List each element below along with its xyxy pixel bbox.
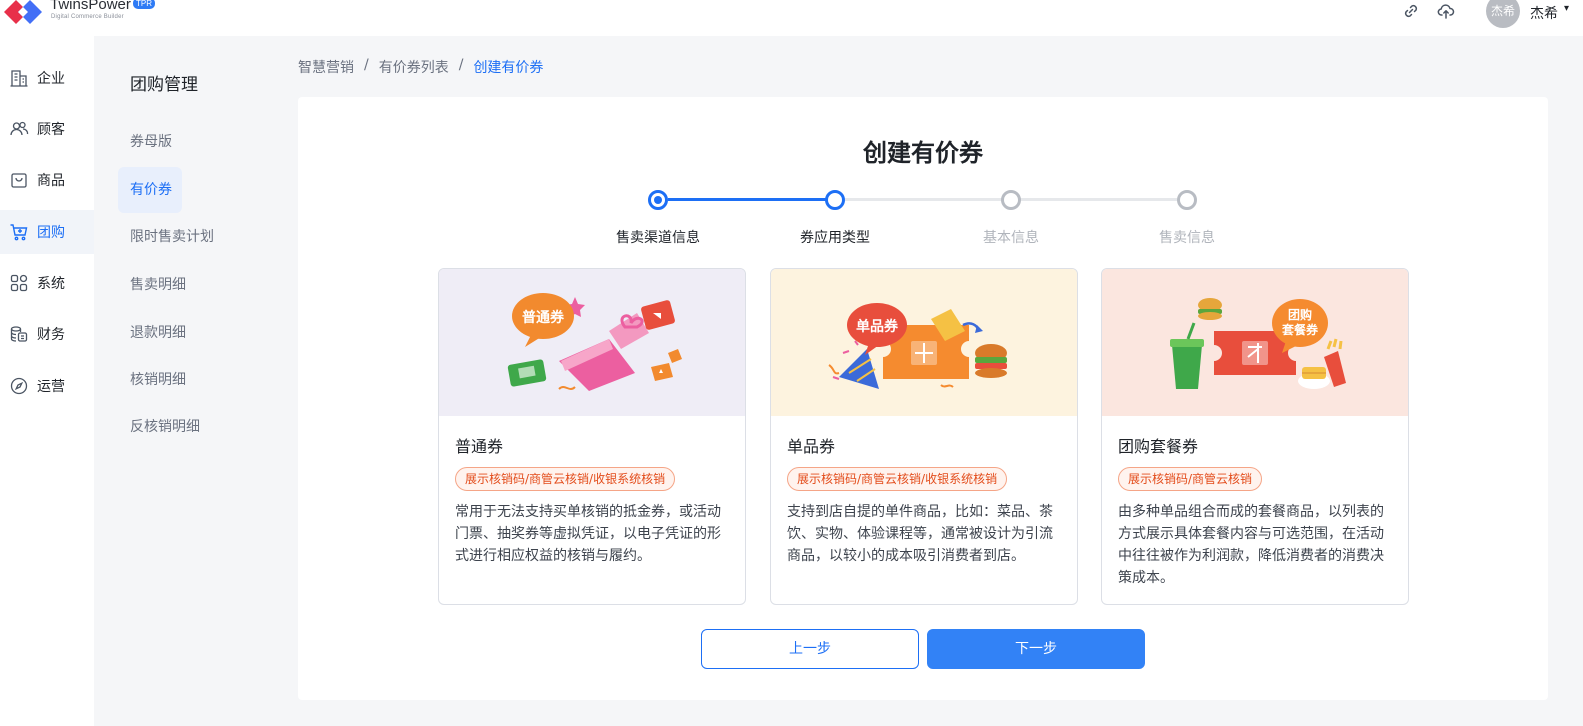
breadcrumb-separator: / <box>364 57 369 73</box>
shopping-bag-icon <box>11 173 27 188</box>
single-item-coupon-illustration: 单品券 <box>771 269 1077 416</box>
subnav-item-valued-coupon[interactable]: 有价券 <box>118 167 182 213</box>
nav-item-finance[interactable]: 财务 <box>0 312 94 356</box>
coupon-type-card-combo[interactable]: 团购 套餐券 团购套餐券 展示核销码/商管云核销 由多种单品组合而成的套餐商品，… <box>1101 268 1409 605</box>
card-tag: 展示核销码/商管云核销/收银系统核销 <box>455 467 676 491</box>
breadcrumb-item-current: 创建有价券 <box>473 60 544 76</box>
step-2-dot <box>825 190 845 210</box>
step-1-dot <box>648 190 668 210</box>
nav-item-label: 系统 <box>37 276 65 292</box>
step-1-label: 售卖渠道信息 <box>616 230 700 246</box>
subnav-item-sales-detail[interactable]: 售卖明细 <box>118 262 186 308</box>
users-icon <box>10 121 29 136</box>
card-tag: 展示核销码/商管云核销 <box>1118 467 1263 491</box>
card-description: 由多种单品组合而成的套餐商品，以列表的方式展示具体套餐内容与可选范围，在活动中往… <box>1118 504 1384 586</box>
subnav-item-redeem-detail[interactable]: 核销明细 <box>118 357 186 403</box>
apps-grid-icon <box>10 274 28 292</box>
main-sidebar: 企业 顾客 商品 团购 系统 财务 运营 <box>0 36 94 726</box>
nav-item-label: 顾客 <box>37 122 65 138</box>
card-description: 支持到店自提的单件商品，比如：菜品、茶饮、实物、体验课程等，通常被设计为引流商品… <box>787 504 1053 564</box>
illustration-label: 单品券 <box>856 318 899 335</box>
step-connector-done <box>668 198 826 201</box>
step-4-label: 售卖信息 <box>1159 230 1215 246</box>
breadcrumb-item-marketing[interactable]: 智慧营销 <box>298 57 354 77</box>
nav-item-label: 财务 <box>37 327 65 343</box>
gift-box-illustration: 普通券 <box>439 269 745 416</box>
step-4-dot <box>1177 190 1197 210</box>
nav-item-group-buy[interactable]: 团购 <box>0 210 94 254</box>
coupon-type-card-single-item[interactable]: 单品券 单品券 展示核销码/商管云核销/收银系统核销 支持到店自提的单件商品，比… <box>770 268 1078 605</box>
link-icon[interactable] <box>1402 2 1420 20</box>
nav-item-system[interactable]: 系统 <box>0 261 94 305</box>
step-2-label: 券应用类型 <box>800 230 870 246</box>
compass-icon <box>10 377 28 395</box>
illustration-label: 团购 <box>1288 307 1312 322</box>
next-step-button[interactable]: 下一步 <box>927 629 1145 669</box>
previous-step-button[interactable]: 上一步 <box>701 629 919 669</box>
cart-icon <box>10 224 28 241</box>
page-title: 创建有价券 <box>863 139 983 167</box>
subnav-item-refund-detail[interactable]: 退款明细 <box>118 310 186 356</box>
brand-tagline: Digital Commerce Builder <box>51 14 124 20</box>
subnav-title: 团购管理 <box>130 75 198 95</box>
building-icon <box>10 70 28 87</box>
nav-item-label: 企业 <box>37 71 65 87</box>
brand-badge: TPR <box>133 0 155 9</box>
brand-name: TwinsPower <box>50 0 131 13</box>
subnav-item-coupon-template[interactable]: 券母版 <box>118 119 182 165</box>
coins-icon <box>10 326 28 342</box>
step-3-label: 基本信息 <box>983 230 1039 246</box>
card-title: 普通券 <box>455 437 504 456</box>
card-title: 单品券 <box>787 437 836 456</box>
breadcrumb-separator: / <box>458 57 464 73</box>
step-3-dot <box>1001 190 1021 210</box>
nav-item-customers[interactable]: 顾客 <box>0 107 94 151</box>
coupon-type-card-regular[interactable]: 普通券 普通券 展示核销码/商管云核销/收银系统核销 常用于无法支持买单核销的抵… <box>438 268 746 605</box>
nav-item-label: 商品 <box>37 173 65 189</box>
user-avatar[interactable]: 杰希 <box>1486 0 1520 28</box>
nav-item-products[interactable]: 商品 <box>0 158 94 202</box>
chevron-down-icon[interactable]: ▾ <box>1564 3 1569 14</box>
top-bar: TwinsPower TPR Digital Commerce Builder … <box>0 0 1583 36</box>
illustration-label: 套餐券 <box>1281 322 1319 337</box>
card-title: 团购套餐券 <box>1118 437 1199 456</box>
breadcrumb-item-coupon-list[interactable]: 有价券列表 <box>379 57 449 77</box>
brand-logo-icon <box>4 0 42 24</box>
combo-coupon-illustration: 团购 套餐券 <box>1102 269 1408 416</box>
card-tag: 展示核销码/商管云核销/收银系统核销 <box>787 467 1008 491</box>
illustration-label: 普通券 <box>522 309 565 326</box>
subnav-item-flash-sale-plan[interactable]: 限时售卖计划 <box>118 214 214 260</box>
breadcrumb: 智慧营销 / 有价券列表 / 创建有价券 <box>298 57 543 77</box>
nav-item-label: 团购 <box>37 225 65 241</box>
cloud-upload-icon[interactable] <box>1437 2 1455 20</box>
nav-item-enterprise[interactable]: 企业 <box>0 56 94 100</box>
nav-item-operations[interactable]: 运营 <box>0 364 94 408</box>
card-description: 常用于无法支持买单核销的抵金券，或活动门票、抽奖券等虚拟凭证，以电子凭证的形式进… <box>455 504 721 564</box>
nav-item-label: 运营 <box>37 379 65 395</box>
username[interactable]: 杰希 <box>1530 3 1558 23</box>
subnav-item-reverse-redeem-detail[interactable]: 反核销明细 <box>118 404 200 450</box>
